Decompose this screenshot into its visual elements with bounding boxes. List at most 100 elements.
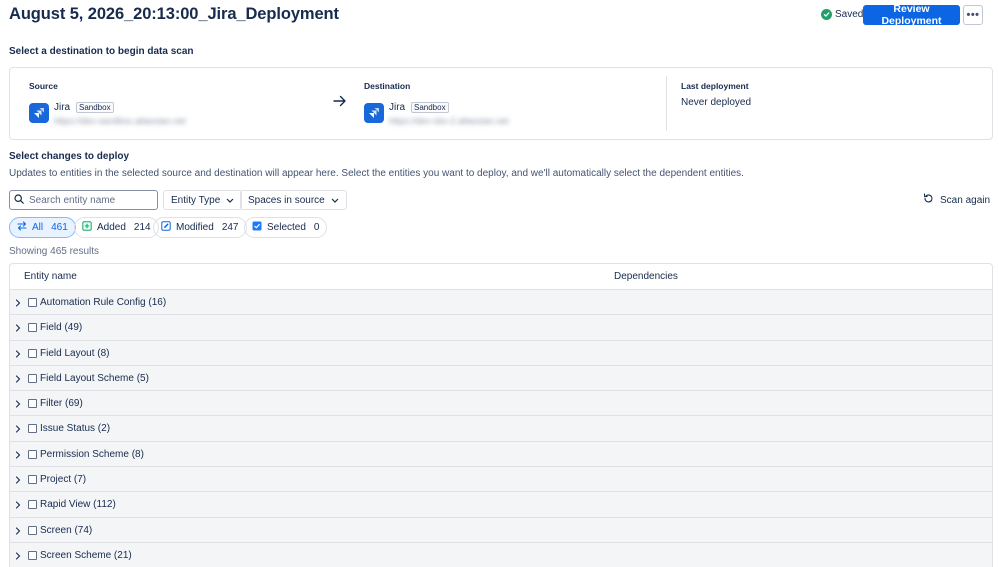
entity-name: Field Layout Scheme (5) [40,372,149,384]
review-deployment-button[interactable]: Review Deployment [863,3,960,27]
results-count: Showing 465 results [9,246,100,257]
swap-arrows-icon [17,221,27,234]
last-deployment-value: Never deployed [681,97,752,108]
chevron-right-icon[interactable] [14,498,22,509]
row-checkbox[interactable] [28,298,37,307]
pill-modified-label: Modified [176,222,214,233]
row-checkbox[interactable] [28,399,37,409]
saved-label: Saved [835,9,864,20]
chevron-right-icon[interactable] [14,347,22,358]
pill-added-count: 214 [133,222,151,233]
refresh-icon [923,193,934,207]
check-circle-icon [821,9,832,20]
row-checkbox[interactable] [28,525,37,535]
table-row[interactable]: Field (49) [10,315,992,341]
entities-table: Entity name Dependencies Automation Rule… [9,263,993,567]
entity-name: Filter (69) [40,398,83,410]
search-field[interactable] [9,190,158,210]
jira-logo-icon [364,103,384,123]
table-row[interactable]: Screen Scheme (21) [10,542,992,567]
saved-status: Saved [821,9,863,20]
entity-name: Screen Scheme (21) [40,549,132,561]
more-options-icon[interactable]: ••• [963,5,983,25]
pill-selected-count: 0 [313,222,320,233]
destination-label: Destination [364,81,411,91]
source-env-tag: Sandbox [76,102,114,113]
chevron-right-icon[interactable] [14,524,22,535]
entity-type-dropdown[interactable]: Entity Type [163,190,243,210]
entity-name: Permission Scheme (8) [40,448,144,460]
table-row[interactable]: Filter (69) [10,391,992,417]
search-input[interactable] [29,194,149,206]
chevron-right-icon[interactable] [14,448,22,459]
entity-name: Rapid View (112) [40,499,116,511]
card-divider [666,76,667,131]
last-deployment-label: Last deployment [681,81,749,91]
chevron-down-icon [331,195,339,206]
row-checkbox[interactable] [28,475,37,485]
scan-again-button[interactable]: Scan again [923,193,990,207]
row-checkbox[interactable] [28,500,37,510]
row-checkbox[interactable] [28,348,37,358]
column-entity-name: Entity name [24,271,77,282]
pill-all-count: 461 [51,222,68,233]
chevron-right-icon[interactable] [14,372,22,383]
pill-modified-count: 247 [221,222,239,233]
pill-all-label: All [32,222,44,233]
scan-again-label: Scan again [940,194,991,206]
pill-all[interactable]: All 461 [9,217,76,238]
table-row[interactable]: Automation Rule Config (16) [10,290,992,316]
pill-selected[interactable]: Selected 0 [244,217,328,238]
pill-added-label: Added [97,222,126,233]
table-row[interactable]: Field Layout Scheme (5) [10,365,992,392]
pill-modified[interactable]: Modified 247 [153,217,247,238]
page-title: August 5, 2026_20:13:00_Jira_Deployment [9,5,339,23]
spaces-label: Spaces in source [248,194,325,206]
source-destination-card: Source Jira Sandbox https://dev-sandbox.… [9,67,993,140]
pill-added[interactable]: Added 214 [74,217,159,238]
changes-description: Updates to entities in the selected sour… [9,168,744,179]
entity-name: Project (7) [40,474,87,486]
jira-logo-icon [29,103,49,123]
row-checkbox[interactable] [28,424,37,434]
table-row[interactable]: Permission Scheme (8) [10,441,992,468]
column-dependencies: Dependencies [614,271,678,282]
row-checkbox[interactable] [28,373,37,383]
chevron-right-icon[interactable] [14,422,22,434]
destination-env-tag: Sandbox [411,102,449,113]
entity-name: Field Layout (8) [40,347,110,359]
chevron-down-icon [226,195,234,206]
row-checkbox[interactable] [28,550,37,560]
arrow-right-icon [333,94,347,110]
source-url: https://dev-sandbox.atlassian.net [54,116,186,126]
table-row[interactable]: Rapid View (112) [10,492,992,518]
table-header: Entity name Dependencies [10,264,992,290]
source-label: Source [29,81,58,91]
edit-icon [161,221,171,234]
checkbox-checked-icon [252,221,262,234]
plus-square-icon [82,221,92,234]
search-icon [14,193,24,207]
chevron-right-icon[interactable] [14,321,22,332]
destination-app-name: Jira [389,102,406,113]
entity-name: Issue Status (2) [40,423,111,435]
entity-name: Automation Rule Config (16) [40,297,167,308]
entity-name: Field (49) [40,322,83,334]
page-header: August 5, 2026_20:13:00_Jira_Deployment … [9,3,983,28]
spaces-dropdown[interactable]: Spaces in source [240,190,347,210]
table-row[interactable]: Project (7) [10,467,992,493]
row-checkbox[interactable] [28,449,37,459]
destination-prompt: Select a destination to begin data scan [9,46,194,57]
chevron-right-icon[interactable] [14,296,22,307]
row-checkbox[interactable] [28,323,37,333]
chevron-right-icon[interactable] [14,473,22,484]
entity-type-label: Entity Type [171,194,221,206]
table-row[interactable]: Issue Status (2) [10,416,992,442]
chevron-right-icon[interactable] [14,397,22,408]
pill-selected-label: Selected [267,222,306,233]
table-row[interactable]: Screen (74) [10,517,992,543]
source-app-name: Jira [54,102,71,113]
chevron-right-icon[interactable] [14,549,22,560]
entity-name: Screen (74) [40,524,93,536]
table-row[interactable]: Field Layout (8) [10,340,992,366]
